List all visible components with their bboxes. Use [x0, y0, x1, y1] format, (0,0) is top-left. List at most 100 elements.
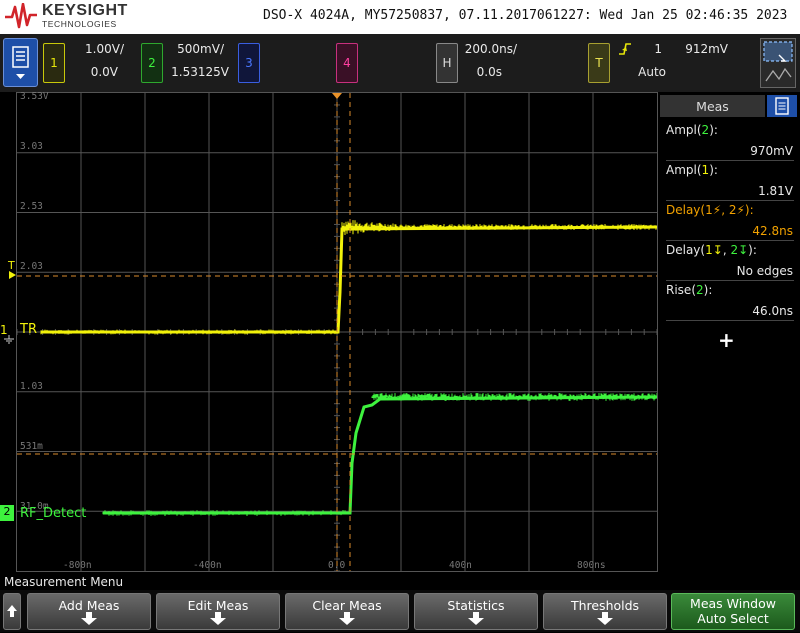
brand-subtitle: TECHNOLOGIES — [42, 19, 117, 29]
softkey-label: Meas Window — [690, 596, 776, 611]
meas-name: Ampl — [666, 123, 697, 137]
meas-name: Rise — [666, 283, 692, 297]
channel-2-label: RF_Detect — [20, 506, 87, 521]
ground-icon — [4, 335, 14, 344]
arrow-down-icon — [597, 612, 613, 625]
zoom-box-icon — [763, 41, 793, 82]
meas-name: Delay — [666, 243, 701, 257]
trigger-key[interactable]: T — [588, 43, 610, 83]
edit-meas-softkey[interactable]: Edit Meas — [156, 593, 280, 630]
arrow-up-icon — [7, 605, 17, 617]
arrow-down-icon — [210, 612, 226, 625]
softkey-label: Edit Meas — [187, 598, 249, 613]
meas-source: 1 — [705, 203, 713, 217]
channel-2-ground-marker[interactable]: 2 — [0, 505, 14, 521]
channel-1-trace — [40, 220, 657, 335]
meas-item-rise-2-value: 46.0ns — [752, 304, 793, 318]
rising-edge-icon: ⚡ — [736, 203, 745, 217]
title-bar: KEYSIGHT TECHNOLOGIES DSO-X 4024A, MY572… — [0, 0, 800, 34]
meas-source: 1 — [701, 163, 710, 177]
divider — [666, 200, 794, 201]
rising-edge-icon — [619, 43, 631, 55]
y-label: 1.03 — [20, 381, 43, 392]
trigger-mode: Auto — [638, 65, 666, 79]
clear-meas-softkey[interactable]: Clear Meas — [285, 593, 409, 630]
x-label: 0.0 — [328, 560, 346, 571]
channel-1-scale: 1.00V/ — [85, 42, 124, 56]
menu-icon — [12, 46, 29, 79]
divider — [666, 280, 794, 281]
trigger-level-arrow-icon — [9, 271, 16, 279]
waveform-display[interactable]: 3.53V 3.03 2.53 2.03 1.03 531m 31.0m -80… — [16, 91, 658, 572]
softkey-label: Add Meas — [58, 598, 120, 613]
softkey-label: Statistics — [447, 598, 505, 613]
meas-item-delay-falling-label[interactable]: Delay(1↧, 2↧): — [666, 243, 757, 257]
touch-zoom-button[interactable] — [760, 38, 796, 88]
meas-source: 2 — [730, 243, 739, 257]
menu-title: Measurement Menu — [4, 575, 124, 589]
channel-4-key[interactable]: 4 — [336, 43, 358, 83]
meas-item-delay-falling-value: No edges — [736, 264, 793, 278]
instrument-title: DSO-X 4024A, MY57250837, 07.11.201706122… — [263, 8, 788, 23]
add-measurement-button[interactable]: + — [718, 328, 735, 352]
brand-name: KEYSIGHT — [42, 2, 128, 19]
x-label: 400n — [449, 560, 472, 571]
waveform-grid — [17, 93, 657, 571]
document-icon — [775, 97, 789, 115]
meas-item-ampl-1-label[interactable]: Ampl(1): — [666, 163, 718, 177]
meas-item-delay-rising-value: 42.8ns — [752, 224, 793, 238]
softkey-value: Auto Select — [697, 611, 769, 626]
channel-2-scale: 500mV/ — [177, 42, 224, 56]
horizontal-key[interactable]: H — [436, 43, 458, 83]
meas-item-ampl-2-label[interactable]: Ampl(2): — [666, 123, 718, 137]
x-label: -400n — [193, 560, 222, 571]
meas-source: 2 — [701, 123, 710, 137]
y-label: 531m — [20, 441, 43, 452]
arrow-down-icon — [468, 612, 484, 625]
x-label: 800ns — [577, 560, 606, 571]
trigger-level: 912mV — [685, 42, 728, 56]
main-menu-button[interactable] — [3, 38, 38, 87]
meas-name: Delay — [666, 203, 701, 217]
falling-edge-icon: ↧ — [738, 243, 749, 257]
meas-window-softkey[interactable]: Meas Window Auto Select — [671, 593, 795, 630]
menu-up-button[interactable] — [3, 593, 21, 630]
meas-panel-tab[interactable]: Meas — [660, 95, 765, 117]
meas-source: 1 — [705, 243, 713, 257]
y-label: 3.53V — [20, 91, 49, 102]
channel-2-offset: 1.53125V — [171, 65, 229, 79]
horizontal-scale: 200.0ns/ — [464, 42, 517, 56]
channel-3-key[interactable]: 3 — [238, 43, 260, 83]
arrow-down-icon — [81, 612, 97, 625]
softkey-label: Clear Meas — [312, 598, 382, 613]
meas-source: 2 — [696, 283, 704, 297]
falling-edge-icon: ↧ — [712, 243, 723, 257]
y-label: 3.03 — [20, 141, 43, 152]
divider — [666, 240, 794, 241]
meas-item-delay-rising-label[interactable]: Delay(1⚡, 2⚡): — [666, 203, 754, 217]
y-label: 2.03 — [20, 261, 43, 272]
add-meas-softkey[interactable]: Add Meas — [27, 593, 151, 630]
divider — [666, 320, 794, 321]
channel-1-key[interactable]: 1 — [43, 43, 65, 83]
statistics-softkey[interactable]: Statistics — [414, 593, 538, 630]
trigger-position-marker — [332, 93, 342, 99]
softkey-label: Thresholds — [570, 598, 640, 613]
channel-1-offset: 0.0V — [90, 65, 118, 79]
channel-2-key[interactable]: 2 — [141, 43, 163, 83]
y-label: 2.53 — [20, 201, 43, 212]
rising-edge-icon: ⚡ — [712, 203, 722, 217]
keysight-logo-icon — [5, 3, 37, 29]
meas-item-rise-2-label[interactable]: Rise(2): — [666, 283, 712, 297]
thresholds-softkey[interactable]: Thresholds — [543, 593, 667, 630]
channel-1-label: TR — [20, 322, 37, 337]
trigger-source: 1 — [654, 42, 662, 56]
divider — [666, 160, 794, 161]
x-label: -800n — [63, 560, 92, 571]
horizontal-delay: 0.0s — [476, 65, 502, 79]
arrow-down-icon — [339, 612, 355, 625]
meas-item-ampl-2-value: 970mV — [750, 144, 793, 158]
meas-name: Ampl — [666, 163, 697, 177]
meas-item-ampl-1-value: 1.81V — [758, 184, 793, 198]
meas-panel-menu-button[interactable] — [767, 95, 797, 117]
